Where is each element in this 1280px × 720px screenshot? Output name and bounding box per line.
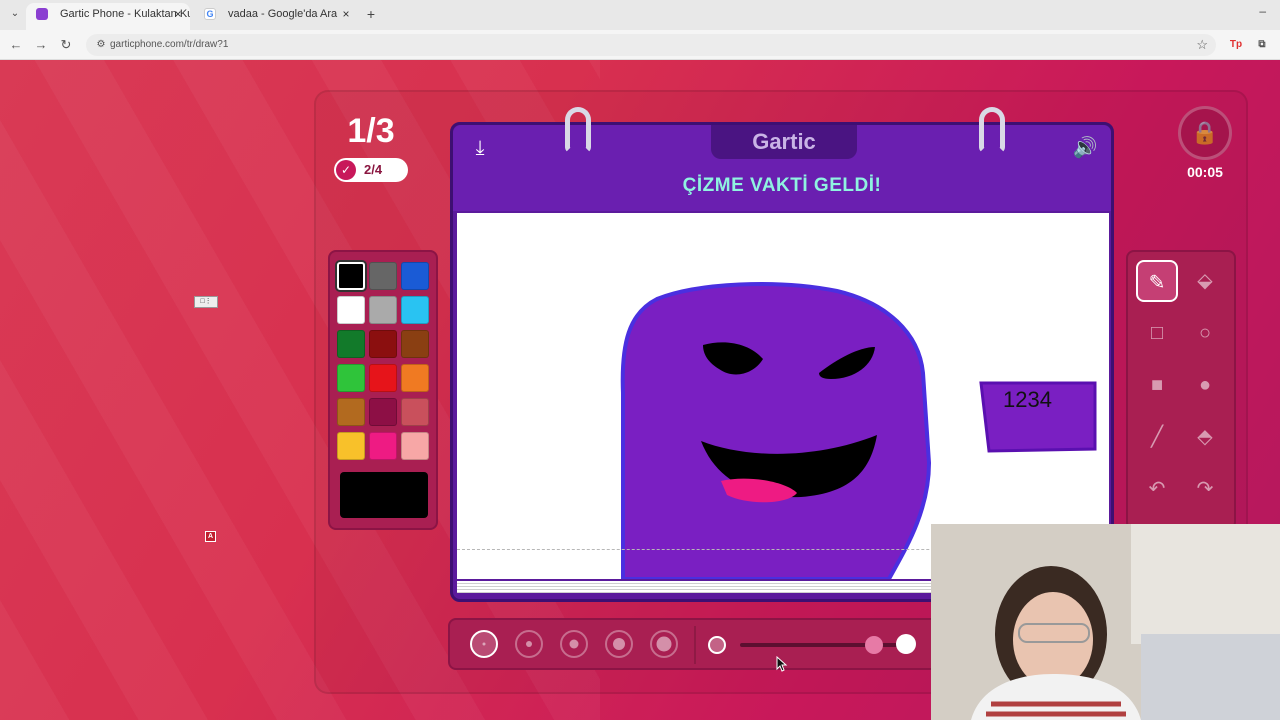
color-swatch[interactable] bbox=[401, 398, 429, 426]
extensions-puzzle-icon[interactable]: ⧉ bbox=[1254, 38, 1270, 52]
reload-icon[interactable]: ↻ bbox=[58, 37, 74, 53]
address-bar[interactable]: ⚙ garticphone.com/tr/draw?1 ☆ bbox=[86, 34, 1216, 56]
mouse-cursor-icon bbox=[776, 656, 788, 672]
minimize-window-icon[interactable]: – bbox=[1259, 4, 1266, 18]
webcam-overlay bbox=[931, 524, 1280, 720]
eraser-icon[interactable]: ⬙ bbox=[1184, 260, 1226, 302]
page-title: ÇİZME VAKTİ GELDİ! bbox=[682, 175, 882, 196]
google-favicon-icon: G bbox=[204, 8, 216, 20]
line-icon[interactable]: ╱ bbox=[1136, 416, 1178, 458]
tab-search-chevron-icon[interactable]: ⌄ bbox=[8, 7, 22, 21]
color-swatch[interactable] bbox=[337, 432, 365, 460]
pencil-icon[interactable]: ✎ bbox=[1136, 260, 1178, 302]
drawing-tools: ✎ ⬙ □ ○ ■ ● ╱ ⬘ ↶ ↷ bbox=[1126, 250, 1236, 530]
close-tab-icon[interactable]: × bbox=[340, 3, 352, 25]
players-done-badge: ✓ 2/4 bbox=[334, 158, 408, 182]
color-swatch[interactable] bbox=[369, 330, 397, 358]
new-tab-plus-icon[interactable]: + bbox=[364, 7, 378, 21]
brush-size-button[interactable] bbox=[515, 630, 543, 658]
color-swatch[interactable] bbox=[337, 398, 365, 426]
opacity-slider-thumb[interactable] bbox=[865, 636, 884, 654]
brush-size-button[interactable] bbox=[605, 630, 633, 658]
back-arrow-icon[interactable]: ← bbox=[8, 37, 24, 53]
overlay-badge: A bbox=[205, 531, 216, 542]
purple-blob bbox=[620, 282, 932, 581]
color-swatch[interactable] bbox=[369, 296, 397, 324]
gartic-favicon-icon bbox=[36, 8, 48, 20]
color-swatch[interactable] bbox=[401, 432, 429, 460]
site-settings-icon[interactable]: ⚙ bbox=[94, 38, 108, 52]
brush-size-dot bbox=[569, 639, 579, 649]
rect-label: 1234 bbox=[1003, 387, 1052, 412]
round-counter: 1/3 bbox=[347, 112, 395, 150]
color-swatch[interactable] bbox=[337, 296, 365, 324]
color-swatch[interactable] bbox=[337, 330, 365, 358]
color-swatch[interactable] bbox=[337, 262, 365, 290]
players-done-count: 2/4 bbox=[364, 162, 383, 177]
color-swatch[interactable] bbox=[337, 364, 365, 392]
brush-size-button[interactable] bbox=[560, 630, 588, 658]
circle-filled-icon[interactable]: ● bbox=[1184, 364, 1226, 406]
color-swatch[interactable] bbox=[369, 398, 397, 426]
undo-icon[interactable]: ↶ bbox=[1136, 468, 1178, 510]
rectangle-filled-icon[interactable]: ■ bbox=[1136, 364, 1178, 406]
opacity-max-icon bbox=[896, 634, 916, 654]
tab-title: vadaa - Google'da Ara bbox=[228, 8, 338, 20]
divider bbox=[694, 626, 696, 664]
color-swatch[interactable] bbox=[401, 330, 429, 358]
color-palette bbox=[328, 250, 438, 530]
rectangle-outline-icon[interactable]: □ bbox=[1136, 312, 1178, 354]
notebook-ring bbox=[565, 107, 591, 153]
webcam-feed bbox=[931, 524, 1280, 720]
opacity-min-icon bbox=[708, 636, 726, 654]
brush-size-dot bbox=[656, 636, 672, 652]
close-tab-icon[interactable]: × bbox=[172, 3, 184, 25]
tab-title: Gartic Phone - Kulaktan Kulağa bbox=[60, 8, 190, 20]
browser-tab-google[interactable]: G vadaa - Google'da Ara × bbox=[194, 3, 358, 30]
current-color-preview bbox=[340, 472, 428, 518]
color-swatch[interactable] bbox=[369, 262, 397, 290]
extension-icon[interactable]: Tp bbox=[1228, 38, 1244, 52]
notebook-header: Gartic ⤓ 🔊 ÇİZME VAKTİ GELDİ! bbox=[453, 125, 1111, 211]
browser-toolbar: ← → ↻ ⚙ garticphone.com/tr/draw?1 ☆ Tp ⧉ bbox=[0, 30, 1280, 60]
brush-size-dot bbox=[613, 638, 625, 650]
fill-bucket-icon[interactable]: ⬘ bbox=[1184, 416, 1226, 458]
brush-size-dot bbox=[482, 642, 486, 646]
lock-icon[interactable]: 🔒 bbox=[1178, 106, 1232, 160]
brush-size-dot bbox=[526, 641, 532, 647]
browser-tab-gartic[interactable]: Gartic Phone - Kulaktan Kulağa × bbox=[26, 3, 190, 30]
overlay-widget: □⋮ bbox=[194, 296, 218, 308]
brush-settings bbox=[448, 618, 948, 670]
bookmark-star-icon[interactable]: ☆ bbox=[1196, 37, 1208, 53]
color-swatch[interactable] bbox=[401, 364, 429, 392]
notebook-ring bbox=[979, 107, 1005, 153]
color-swatch[interactable] bbox=[369, 364, 397, 392]
brush-size-button[interactable] bbox=[650, 630, 678, 658]
color-swatch[interactable] bbox=[401, 296, 429, 324]
download-icon[interactable]: ⤓ bbox=[467, 135, 493, 161]
color-swatch[interactable] bbox=[401, 262, 429, 290]
url-text: garticphone.com/tr/draw?1 bbox=[110, 39, 229, 50]
check-icon: ✓ bbox=[336, 160, 356, 180]
forward-arrow-icon[interactable]: → bbox=[33, 37, 49, 53]
timer: 00:05 bbox=[1187, 164, 1223, 180]
brush-size-button[interactable] bbox=[470, 630, 498, 658]
browser-tab-bar: ⌄ Gartic Phone - Kulaktan Kulağa × G vad… bbox=[0, 0, 1280, 30]
color-swatch[interactable] bbox=[369, 432, 397, 460]
volume-icon[interactable]: 🔊 bbox=[1071, 135, 1099, 161]
gartic-logo: Gartic bbox=[711, 125, 857, 159]
circle-outline-icon[interactable]: ○ bbox=[1184, 312, 1226, 354]
redo-icon[interactable]: ↷ bbox=[1184, 468, 1226, 510]
